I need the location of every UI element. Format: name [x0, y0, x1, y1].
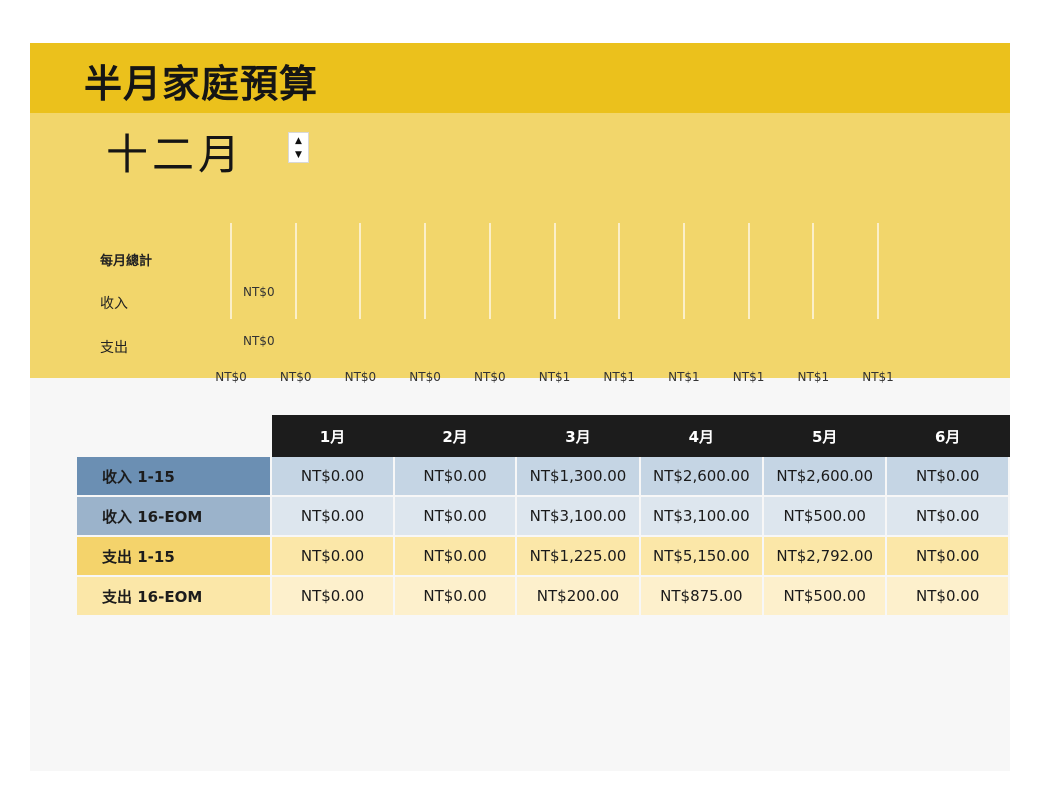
row-label[interactable]: 收入 1-15: [74, 455, 273, 497]
column-header: 1月: [270, 415, 395, 457]
table-cell[interactable]: NT$500.00: [762, 495, 888, 537]
spin-up-icon[interactable]: ▲: [289, 134, 308, 148]
chart-tick-label: NT$0: [474, 370, 506, 384]
chart-gridline: [877, 223, 879, 319]
chart-tick-label: NT$1: [732, 370, 765, 384]
table-cell[interactable]: NT$500.00: [762, 575, 888, 617]
chart-tick-label: NT$1: [668, 370, 700, 384]
chart-tick-label: NT$0: [409, 370, 441, 384]
month-selector-value[interactable]: 十二月: [106, 121, 244, 182]
table-cell[interactable]: NT$0.00: [270, 495, 395, 537]
chart-tick-label: NT$1: [538, 370, 571, 384]
column-header: 5月: [762, 415, 888, 457]
chart-gridline: [553, 223, 556, 319]
expense-total-value: NT$0: [243, 334, 275, 348]
chart-tick-label: NT$1: [603, 370, 635, 384]
table-row: 支出 1-15 NT$0.00 NT$0.00 NT$1,225.00 NT$5…: [74, 535, 1010, 577]
table-cell[interactable]: NT$0.00: [392, 455, 518, 497]
table-cell[interactable]: NT$0.00: [270, 535, 395, 577]
table-cell[interactable]: NT$5,150.00: [638, 535, 765, 577]
table-cell[interactable]: NT$875.00: [638, 575, 765, 617]
expense-label: 支出: [100, 340, 128, 356]
row-label[interactable]: 支出 16-EOM: [74, 575, 273, 617]
header-corner: [74, 415, 273, 457]
chart-gridline: [812, 223, 815, 319]
chart-gridline: [682, 223, 685, 319]
table-header-row: 1月 2月 3月 4月 5月 6月: [74, 415, 1010, 457]
chart-tick-label: NT$1: [862, 370, 894, 384]
table-row: 支出 16-EOM NT$0.00 NT$0.00 NT$200.00 NT$8…: [74, 575, 1010, 617]
table-cell[interactable]: NT$0.00: [270, 455, 395, 497]
table-cell[interactable]: NT$3,100.00: [638, 495, 765, 537]
chart-gridline: [424, 223, 427, 319]
summary-panel: 十二月 ▲ ▼ 每月總計 收入 支出 NT$0 NT$0 NT$0 NT$0 NT$…: [30, 113, 1010, 384]
budget-sheet: 半月家庭預算 十二月 ▲ ▼ 每月總計 收入 支出 NT$0 NT$0 NT$0…: [30, 43, 1010, 771]
chart-gridline: [747, 223, 750, 319]
table-cell[interactable]: NT$0.00: [885, 495, 1010, 537]
budget-table: 1月 2月 3月 4月 5月 6月 收入 1-15 NT$0.00 NT$0.0…: [74, 415, 1010, 617]
column-header: 2月: [392, 415, 518, 457]
income-label: 收入: [100, 296, 128, 312]
table-cell[interactable]: NT$2,600.00: [762, 455, 888, 497]
chart-gridline: [230, 223, 232, 319]
table-cell[interactable]: NT$1,300.00: [515, 455, 641, 497]
table-cell[interactable]: NT$0.00: [270, 575, 395, 617]
chart-gridline: [359, 223, 362, 319]
chart-gridline: [294, 223, 297, 319]
table-cell[interactable]: NT$3,100.00: [515, 495, 641, 537]
table-cell[interactable]: NT$0.00: [392, 575, 518, 617]
column-header: 6月: [885, 415, 1010, 457]
table-cell[interactable]: NT$1,225.00: [515, 535, 641, 577]
page-title: 半月家庭預算: [84, 62, 319, 106]
table-cell[interactable]: NT$200.00: [515, 575, 641, 617]
table-cell[interactable]: NT$0.00: [885, 455, 1010, 497]
chart-tick-label: NT$0: [279, 370, 312, 384]
spin-down-icon[interactable]: ▼: [289, 148, 308, 162]
table-cell[interactable]: NT$0.00: [885, 575, 1010, 617]
chart-gridline: [488, 223, 491, 319]
chart-gridline: [618, 223, 621, 319]
table-row: 收入 1-15 NT$0.00 NT$0.00 NT$1,300.00 NT$2…: [74, 455, 1010, 497]
table-cell[interactable]: NT$0.00: [885, 535, 1010, 577]
table-row: 收入 16-EOM NT$0.00 NT$0.00 NT$3,100.00 NT…: [74, 495, 1010, 537]
table-cell[interactable]: NT$0.00: [392, 495, 518, 537]
chart-tick-label: NT$0: [344, 370, 377, 384]
income-total-value: NT$0: [243, 285, 275, 299]
column-header: 3月: [515, 415, 641, 457]
monthly-total-heading: 每月總計: [100, 254, 153, 269]
table-cell[interactable]: NT$2,600.00: [638, 455, 765, 497]
month-spinner[interactable]: ▲ ▼: [288, 132, 309, 163]
chart-tick-label: NT$0: [215, 370, 247, 384]
row-label[interactable]: 支出 1-15: [74, 535, 273, 577]
column-header: 4月: [638, 415, 765, 457]
table-cell[interactable]: NT$2,792.00: [762, 535, 888, 577]
row-label[interactable]: 收入 16-EOM: [74, 495, 273, 537]
chart-tick-label: NT$1: [797, 370, 830, 384]
title-bar: 半月家庭預算: [30, 43, 1010, 113]
table-cell[interactable]: NT$0.00: [392, 535, 518, 577]
